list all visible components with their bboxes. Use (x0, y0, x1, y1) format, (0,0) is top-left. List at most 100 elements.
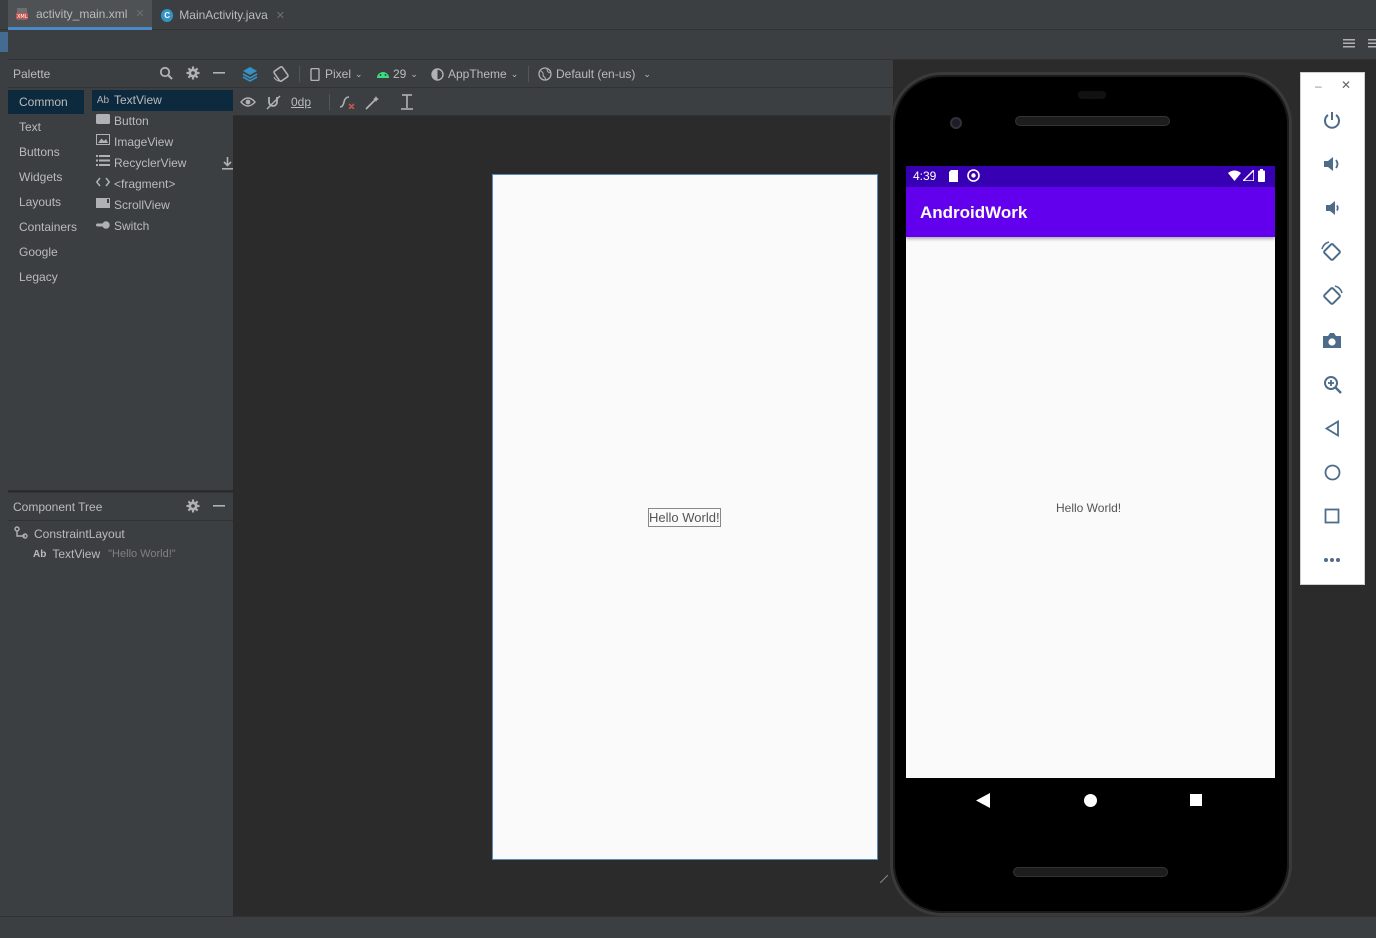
phone-icon (310, 67, 320, 81)
battery-icon (1258, 169, 1265, 185)
front-camera (950, 117, 962, 129)
overview-icon[interactable] (1319, 503, 1345, 529)
minimize-icon[interactable]: – (1315, 79, 1322, 93)
tree-node-constraintlayout[interactable]: ConstraintLayout (14, 525, 125, 543)
component-tree-title: Component Tree (13, 500, 103, 514)
list-icon (95, 153, 111, 174)
textview-hello-world[interactable]: Hello World! (648, 508, 721, 527)
nav-recents-button[interactable] (1190, 794, 1202, 809)
minimize-panel-icon[interactable] (211, 498, 227, 514)
split-view-icon[interactable] (1368, 37, 1376, 49)
locale-selector[interactable]: Default (en-us) ⌄ (538, 60, 651, 88)
nav-back-button[interactable] (976, 793, 990, 811)
palette-item-label: ScrollView (114, 198, 170, 212)
sd-card-icon (949, 170, 958, 185)
close-tab-icon[interactable]: ✕ (276, 9, 285, 22)
device-selector[interactable]: Pixel ⌄ (310, 60, 363, 88)
palette-category-legacy[interactable]: Legacy (8, 265, 84, 289)
palette-item-fragment[interactable]: <fragment> (92, 174, 233, 195)
gear-icon[interactable] (185, 65, 201, 81)
zoom-icon[interactable] (1319, 371, 1345, 397)
palette-category-containers[interactable]: Containers (8, 215, 84, 239)
tab-mainactivity-java[interactable]: C MainActivity.java ✕ (153, 0, 293, 30)
rotate-left-icon[interactable] (1319, 239, 1345, 265)
locale-label: Default (en-us) (556, 67, 636, 81)
minimize-panel-icon[interactable] (211, 65, 227, 81)
api-level-selector[interactable]: 29 ⌄ (376, 60, 418, 88)
autoconnect-off-icon[interactable] (266, 88, 281, 116)
cell-signal-icon (1241, 168, 1255, 184)
palette-item-button[interactable]: Button (92, 111, 233, 132)
palette-item-label: RecyclerView (114, 156, 187, 170)
code-icon (95, 174, 111, 195)
palette-item-recyclerview[interactable]: RecyclerView (92, 153, 233, 174)
textview-icon: Ab (96, 95, 110, 106)
palette-item-label: Switch (114, 219, 150, 233)
search-icon[interactable] (158, 65, 174, 81)
palette-item-label: TextView (114, 93, 162, 107)
java-class-icon: C (161, 8, 174, 22)
status-time: 4:39 (913, 169, 937, 183)
android-nav-bar (906, 778, 1275, 822)
component-tree-panel: Component Tree ConstraintLayout Ab TextV… (8, 492, 233, 916)
nav-home-button[interactable] (1084, 794, 1097, 810)
android-status-bar: 4:39 (906, 166, 1275, 187)
sensor (1078, 91, 1106, 99)
switch-icon (95, 216, 111, 237)
component-tree-header: Component Tree (8, 493, 233, 521)
left-tool-stripe (0, 30, 8, 938)
tab-activity-main-xml[interactable]: XML activity_main.xml ✕ (8, 0, 152, 30)
app-title: AndroidWork (920, 203, 1028, 222)
palette-category-buttons[interactable]: Buttons (8, 140, 84, 164)
android-icon (377, 72, 389, 78)
close-icon[interactable]: ✕ (1341, 78, 1351, 92)
scroll-icon (95, 195, 111, 216)
home-icon[interactable] (1319, 459, 1345, 485)
palette-category-widgets[interactable]: Widgets (8, 165, 84, 189)
emulator-screen[interactable] (906, 166, 1275, 778)
theme-selector[interactable]: AppTheme ⌄ (431, 60, 518, 88)
sync-icon (967, 169, 980, 185)
gear-icon[interactable] (185, 498, 201, 514)
code-view-icon[interactable] (1342, 37, 1356, 49)
tree-node-label: ConstraintLayout (34, 527, 125, 541)
palette-item-textview[interactable]: Ab TextView (92, 90, 233, 111)
camera-icon[interactable] (1319, 327, 1345, 353)
palette-title: Palette (13, 67, 51, 81)
clear-constraints-icon[interactable] (339, 88, 355, 116)
guidelines-icon[interactable] (400, 88, 414, 116)
volume-down-icon[interactable] (1319, 195, 1345, 221)
close-tab-icon[interactable]: ✕ (135, 7, 144, 20)
palette-header: Palette (8, 60, 233, 88)
tree-node-label: TextView (52, 547, 101, 561)
infer-constraints-icon[interactable] (365, 88, 380, 116)
tree-node-textview[interactable]: Ab TextView "Hello World!" (33, 545, 176, 563)
more-icon[interactable] (1319, 547, 1345, 573)
wifi-icon (1228, 170, 1241, 184)
palette-item-scrollview[interactable]: ScrollView (92, 195, 233, 216)
earpiece-speaker (1015, 116, 1170, 126)
palette-category-common[interactable]: Common (8, 90, 84, 114)
back-icon[interactable] (1319, 415, 1345, 441)
power-icon[interactable] (1319, 107, 1345, 133)
orientation-icon[interactable] (272, 60, 290, 88)
palette-category-text[interactable]: Text (8, 115, 84, 139)
palette-item-switch[interactable]: Switch (92, 216, 233, 237)
palette-item-label: ImageView (114, 135, 174, 149)
design-surface-icon[interactable] (241, 60, 259, 88)
rotate-right-icon[interactable] (1319, 283, 1345, 309)
palette-item-imageview[interactable]: ImageView (92, 132, 233, 153)
palette-category-google[interactable]: Google (8, 240, 84, 264)
tree-node-text-value: "Hello World!" (108, 548, 176, 560)
status-bar (0, 916, 1376, 938)
image-icon (95, 132, 111, 153)
volume-up-icon[interactable] (1319, 151, 1345, 177)
view-options-icon[interactable] (240, 88, 256, 116)
palette-category-layouts[interactable]: Layouts (8, 190, 84, 214)
textview-icon: Ab (33, 548, 47, 560)
chevron-down-icon: ⌄ (643, 68, 651, 79)
default-margin-selector[interactable]: 0dp (291, 88, 311, 116)
palette-item-label: Button (114, 114, 149, 128)
resize-handle[interactable] (879, 872, 889, 884)
design-toolbar: Pixel ⌄ 29 ⌄ AppTheme ⌄ Default (en-us) … (233, 60, 893, 88)
